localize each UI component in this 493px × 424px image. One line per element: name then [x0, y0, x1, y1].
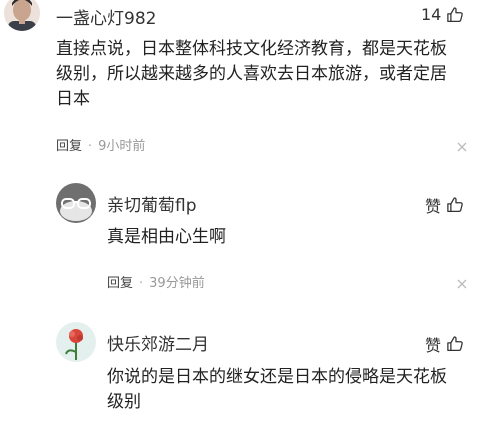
- comment-text: 直接点说，日本整体科技文化经济教育，都是天花板 级别，所以越来越多的人喜欢去日本…: [56, 39, 447, 109]
- reply-meta: 回复 · 39分钟前: [107, 276, 205, 291]
- reply-username[interactable]: 亲切葡萄flp: [107, 191, 197, 216]
- timestamp: 39分钟前: [149, 276, 205, 291]
- reply-username[interactable]: 快乐郊游二月: [107, 330, 209, 355]
- close-icon[interactable]: [457, 142, 467, 152]
- comment-meta: 回复 · 9小时前: [56, 139, 146, 154]
- thumb-up-icon: [447, 6, 464, 22]
- like-count: 14: [421, 5, 442, 24]
- close-icon[interactable]: [457, 279, 467, 289]
- like-label: 赞: [425, 197, 442, 216]
- like-button[interactable]: 赞: [425, 332, 464, 356]
- like-button[interactable]: 14: [421, 5, 464, 24]
- like-button[interactable]: 赞: [425, 193, 464, 217]
- thumb-up-icon: [447, 336, 463, 352]
- comment-username[interactable]: 一盏心灯982: [56, 4, 156, 29]
- avatar[interactable]: [56, 183, 96, 223]
- timestamp: 9小时前: [98, 139, 146, 154]
- reply-button[interactable]: 回复: [107, 276, 133, 291]
- reply-text: 你说的是日本的继女还是日本的侵略是天花板 级别: [107, 367, 447, 412]
- avatar[interactable]: [4, 0, 40, 31]
- avatar[interactable]: [56, 322, 96, 362]
- reply-text: 真是相由心生啊: [107, 227, 226, 247]
- reply-button[interactable]: 回复: [56, 139, 82, 154]
- thumb-up-icon: [447, 197, 463, 213]
- like-label: 赞: [425, 336, 442, 355]
